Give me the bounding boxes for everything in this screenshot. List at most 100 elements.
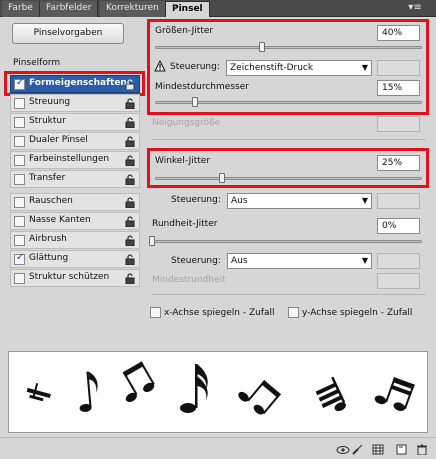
control-dropdown-value: Aus: [231, 256, 248, 266]
control-dropdown-2[interactable]: Aus ▼: [227, 193, 372, 209]
brush-stroke-preview: [8, 351, 428, 433]
sidebar-item-label: Airbrush: [29, 234, 67, 244]
chevron-down-icon: ▼: [361, 63, 368, 72]
warning-icon: [154, 59, 166, 72]
lock-icon[interactable]: [125, 197, 135, 208]
control-dropdown-value: Aus: [231, 196, 248, 206]
control-extra-field-2: [377, 193, 420, 209]
angle-jitter-label: Winkel-Jitter: [155, 156, 211, 166]
brush-presets-button[interactable]: Pinselvorgaben: [12, 23, 124, 44]
checkbox[interactable]: [14, 197, 25, 208]
lock-icon[interactable]: [125, 273, 135, 284]
lock-icon[interactable]: [125, 216, 135, 227]
sidebar-item-label: Streuung: [29, 97, 71, 107]
chevron-down-icon: ▼: [361, 256, 368, 265]
brush-icon[interactable]: [352, 444, 364, 455]
lock-icon[interactable]: [125, 155, 135, 166]
divider: [152, 139, 426, 140]
toggle-visibility-icon[interactable]: [336, 444, 350, 455]
flip-y-checkbox[interactable]: [288, 307, 299, 318]
min-roundness-input: [377, 273, 420, 289]
size-jitter-input[interactable]: 40%: [377, 25, 420, 41]
tilt-scale-input: [377, 116, 420, 132]
checkbox[interactable]: [14, 136, 25, 147]
checkbox[interactable]: [14, 252, 25, 265]
tab-farbfelder[interactable]: Farbfelder: [40, 1, 99, 17]
min-diameter-slider-thumb[interactable]: [192, 97, 199, 107]
new-brush-icon[interactable]: [396, 444, 408, 455]
roundness-jitter-label: Rundheit-Jitter: [152, 219, 218, 229]
sidebar-item-airbrush[interactable]: Airbrush: [10, 231, 140, 249]
sidebar-item-smoothing[interactable]: Glättung: [10, 250, 140, 268]
brush-dab: [315, 376, 346, 412]
sidebar-item-wet-edges[interactable]: Nasse Kanten: [10, 212, 140, 230]
highlight-box-shape-dynamics: [4, 71, 145, 96]
sidebar-item-texture[interactable]: Struktur: [10, 113, 140, 131]
sidebar-item-label: Nasse Kanten: [29, 215, 91, 225]
sidebar-item-noise[interactable]: Rauschen: [10, 193, 140, 211]
divider: [152, 294, 426, 295]
control-extra-field-3: [377, 253, 420, 269]
tab-farbe[interactable]: Farbe: [2, 1, 40, 17]
sidebar-item-dual-brush[interactable]: Dualer Pinsel: [10, 132, 140, 150]
control-dropdown-1[interactable]: Zeichenstift-Druck ▼: [226, 60, 372, 76]
lock-icon[interactable]: [125, 254, 135, 265]
control-dropdown-value: Zeichenstift-Druck: [230, 63, 314, 73]
trash-icon[interactable]: [416, 444, 428, 456]
sidebar-header-brush-tip[interactable]: Pinselform: [13, 58, 60, 68]
sidebar-item-label: Transfer: [29, 173, 66, 183]
flip-y-label: y-Achse spiegeln - Zufall: [302, 308, 413, 318]
tab-pinsel[interactable]: Pinsel: [165, 1, 210, 17]
checkbox[interactable]: [14, 155, 25, 166]
grid-panel-icon[interactable]: [372, 444, 384, 455]
sidebar-item-label: Struktur: [29, 116, 66, 126]
panel-footer: [0, 437, 436, 459]
brush-dab: [79, 371, 98, 412]
min-diameter-label: Mindestdurchmesser: [155, 82, 249, 92]
sidebar-item-protect-texture[interactable]: Struktur schützen: [10, 269, 140, 287]
flip-x-label: x-Achse spiegeln - Zufall: [164, 308, 275, 318]
checkbox[interactable]: [14, 117, 25, 128]
angle-jitter-slider-track[interactable]: [155, 177, 422, 180]
min-diameter-input[interactable]: 15%: [377, 80, 420, 96]
brush-dab: [374, 377, 415, 411]
control-label-1: Steuerung:: [170, 62, 220, 72]
checkbox[interactable]: [14, 174, 25, 185]
checkbox[interactable]: [14, 216, 25, 227]
brush-dab: [26, 382, 51, 402]
tilt-scale-label: Neigungsgröße: [152, 118, 221, 128]
lock-icon[interactable]: [125, 98, 135, 109]
tab-korrekturen[interactable]: Korrekturen: [100, 1, 166, 17]
size-jitter-slider-track[interactable]: [155, 46, 422, 49]
brush-preview-strokes: [26, 361, 415, 415]
size-jitter-label: Größen-Jitter: [155, 26, 214, 36]
roundness-jitter-slider-track[interactable]: [152, 240, 422, 243]
control-label-2: Steuerung:: [171, 195, 221, 205]
lock-icon[interactable]: [125, 136, 135, 147]
angle-jitter-slider-thumb[interactable]: [218, 173, 225, 183]
panel-menu-icon[interactable]: ▾≡: [406, 1, 424, 15]
lock-icon[interactable]: [125, 235, 135, 246]
checkbox[interactable]: [14, 235, 25, 246]
sidebar-item-label: Rauschen: [29, 196, 73, 206]
sidebar-item-color-dynamics[interactable]: Farbeinstellungen: [10, 151, 140, 169]
flip-x-checkbox[interactable]: [150, 307, 161, 318]
lock-icon[interactable]: [125, 174, 135, 185]
panel-tab-bar: Farbe Farbfelder Korrekturen Pinsel ▾≡: [0, 0, 436, 17]
sidebar-item-transfer[interactable]: Transfer: [10, 170, 140, 188]
checkbox[interactable]: [14, 273, 25, 284]
lock-icon[interactable]: [125, 117, 135, 128]
sidebar-item-label: Dualer Pinsel: [29, 135, 88, 145]
control-extra-field-1: [377, 60, 420, 76]
sidebar-item-scattering[interactable]: Streuung: [10, 94, 140, 112]
roundness-jitter-slider-thumb[interactable]: [149, 236, 155, 246]
checkbox[interactable]: [14, 98, 25, 109]
roundness-jitter-input[interactable]: 0%: [377, 218, 420, 234]
control-label-3: Steuerung:: [171, 256, 221, 266]
brush-dab: [122, 361, 155, 402]
sidebar-item-label: Struktur schützen: [29, 272, 110, 282]
control-dropdown-3[interactable]: Aus ▼: [227, 253, 372, 269]
chevron-down-icon: ▼: [361, 196, 368, 205]
size-jitter-slider-thumb[interactable]: [258, 42, 265, 52]
angle-jitter-input[interactable]: 25%: [377, 155, 420, 171]
